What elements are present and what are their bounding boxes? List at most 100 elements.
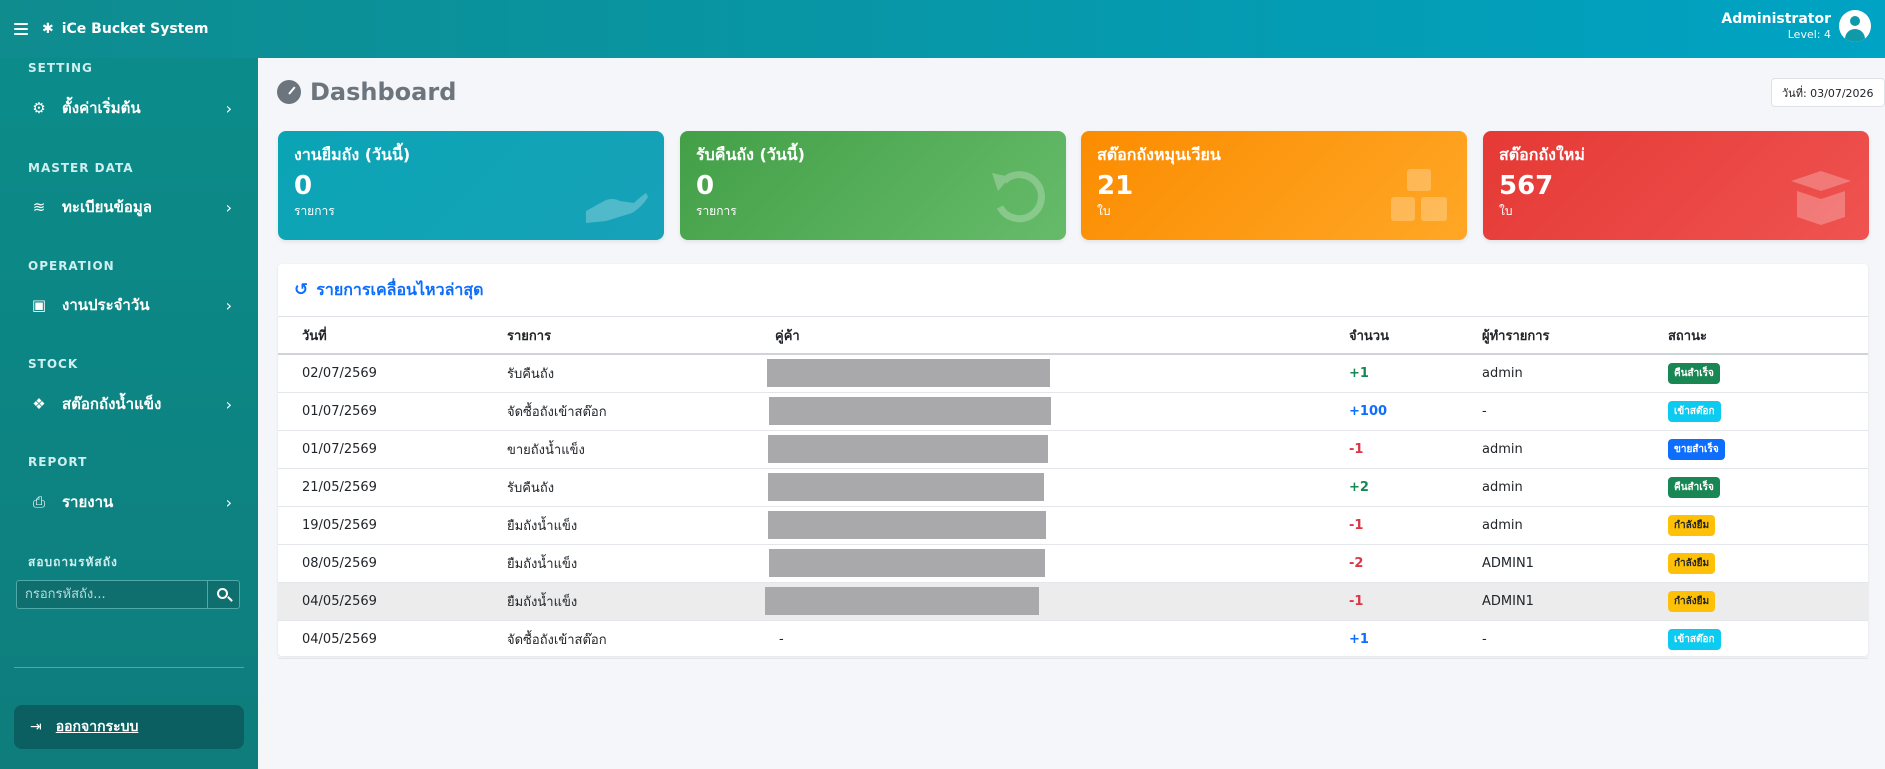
user-menu[interactable]: Administrator Level: 4 — [1721, 10, 1871, 42]
user-level: Level: 4 — [1787, 28, 1831, 41]
page-title-text: Dashboard — [310, 78, 457, 106]
status-badge: คืนสำเร็จ — [1668, 362, 1720, 384]
cell-partner — [768, 506, 1349, 545]
table-row: 01/07/2569 จัดซื้อถังเข้าสต๊อก +100 - เข… — [278, 392, 1868, 431]
cell-by: - — [1482, 620, 1668, 659]
search-button[interactable] — [208, 580, 240, 609]
status-badge: เข้าสต๊อก — [1668, 628, 1721, 650]
gears-icon: ⚙ — [32, 99, 46, 117]
cubes-icon — [1391, 169, 1447, 221]
column-header: สถานะ — [1668, 317, 1868, 355]
sidebar-item-daily-work[interactable]: ▣ งานประจำวัน › — [28, 290, 232, 320]
date-badge: วันที่: 03/07/2026 — [1771, 78, 1885, 107]
sidebar: SETTING ⚙ ตั้งค่าเริ่มต้น › MASTER DATA … — [0, 58, 258, 769]
status-badge: ขายสำเร็จ — [1668, 438, 1725, 460]
cell-date: 19/05/2569 — [278, 506, 507, 545]
cell-by: ADMIN1 — [1482, 544, 1668, 583]
history-icon: ↺ — [294, 280, 309, 300]
bucket-code-input[interactable] — [16, 580, 208, 609]
redacted-partner — [768, 511, 1046, 539]
cell-status: เข้าสต๊อก — [1668, 620, 1868, 659]
chevron-right-icon: › — [225, 98, 232, 118]
cell-item: จัดซื้อถังเข้าสต๊อก — [507, 620, 775, 659]
hand-icon — [586, 193, 648, 223]
column-header: วันที่ — [278, 317, 507, 355]
page-title: Dashboard — [277, 78, 456, 106]
cell-qty: +1 — [1349, 620, 1482, 659]
recent-movements-table: วันที่ รายการ คู่ค้า จำนวน ผู้ทำรายการ ส… — [278, 317, 1868, 659]
sign-out-icon: ⇥ — [30, 719, 42, 735]
cell-partner — [769, 392, 1349, 431]
sidebar-item-settings[interactable]: ⚙ ตั้งค่าเริ่มต้น › — [28, 93, 232, 123]
cell-date: 08/05/2569 — [278, 544, 507, 583]
menu-toggle-icon[interactable] — [14, 23, 28, 35]
cell-by: admin — [1482, 354, 1668, 393]
sidebar-heading-setting: SETTING — [28, 61, 93, 75]
sidebar-item-reports[interactable]: ⎙ รายงาน › — [28, 487, 232, 517]
status-badge: กำลังยืม — [1668, 514, 1716, 536]
sidebar-item-ice-bucket-stock[interactable]: ❖ สต๊อกถังน้ำแข็ง › — [28, 389, 232, 419]
column-header: รายการ — [507, 317, 775, 355]
stat-card-new-stock: สต๊อกถังใหม่ 567 ใบ — [1483, 131, 1869, 240]
status-badge: กำลังยืม — [1668, 552, 1716, 574]
chevron-right-icon: › — [225, 492, 232, 512]
cell-partner — [765, 582, 1349, 621]
chevron-right-icon: › — [225, 197, 232, 217]
redacted-partner — [769, 549, 1045, 577]
cell-partner — [769, 544, 1349, 583]
user-name: Administrator — [1721, 11, 1831, 27]
stat-card-title: สต๊อกถังหมุนเวียน — [1097, 145, 1221, 164]
cell-item: จัดซื้อถังเข้าสต๊อก — [507, 392, 775, 431]
cell-status: กำลังยืม — [1668, 506, 1868, 545]
tachometer-icon — [277, 80, 301, 104]
panel-title: รายการเคลื่อนไหวล่าสุด — [316, 279, 484, 299]
cell-date: 04/05/2569 — [278, 620, 507, 659]
sidebar-heading-operation: OPERATION — [28, 259, 115, 273]
logout-label: ออกจากระบบ — [55, 719, 139, 735]
table-row: 01/07/2569 ขายถังน้ำแข็ง -1 admin ขายสำเ… — [278, 430, 1868, 469]
calendar-check-icon: ▣ — [31, 296, 47, 314]
snowflake-icon: ✱ — [42, 21, 54, 37]
redacted-partner — [768, 435, 1048, 463]
column-header: คู่ค้า — [775, 317, 1349, 355]
sidebar-item-label: งานประจำวัน — [62, 296, 150, 314]
sidebar-heading-stock: STOCK — [28, 357, 79, 371]
logout-button[interactable]: ⇥ ออกจากระบบ — [14, 705, 244, 749]
sidebar-heading-master-data: MASTER DATA — [28, 161, 134, 175]
cell-item: ยืมถังน้ำแข็ง — [507, 544, 775, 583]
cell-by: admin — [1482, 468, 1668, 507]
cell-partner: - — [775, 620, 1349, 659]
sidebar-item-label: ทะเบียนข้อมูล — [62, 198, 152, 216]
table-row: 08/05/2569 ยืมถังน้ำแข็ง -2 ADMIN1 กำลัง… — [278, 544, 1868, 583]
cell-qty: -1 — [1349, 506, 1482, 545]
cell-partner — [768, 430, 1349, 469]
cell-status: กำลังยืม — [1668, 582, 1868, 621]
bucket-search — [16, 580, 240, 609]
cell-item: รับคืนถัง — [507, 468, 775, 507]
bucket-search-heading: สอบถามรหัสถัง — [28, 555, 118, 569]
cell-item: ยืมถังน้ำแข็ง — [507, 582, 775, 621]
status-badge: เข้าสต๊อก — [1668, 400, 1721, 422]
top-navbar: ✱ iCe Bucket System Administrator Level:… — [0, 0, 1885, 58]
brand[interactable]: ✱ iCe Bucket System — [42, 21, 208, 37]
status-badge: คืนสำเร็จ — [1668, 476, 1720, 498]
box-open-icon — [1791, 171, 1851, 225]
sidebar-divider — [14, 667, 244, 668]
user-avatar-icon[interactable] — [1839, 10, 1871, 42]
cell-qty: -1 — [1349, 430, 1482, 469]
cell-status: เข้าสต๊อก — [1668, 392, 1868, 431]
cell-qty: -2 — [1349, 544, 1482, 583]
cell-status: คืนสำเร็จ — [1668, 468, 1868, 507]
stat-card-title: งานยืมถัง (วันนี้) — [294, 145, 411, 164]
cell-partner — [768, 468, 1349, 507]
cell-date: 04/05/2569 — [278, 582, 507, 621]
sidebar-item-registry[interactable]: ≋ ทะเบียนข้อมูล › — [28, 192, 232, 222]
cell-item: ขายถังน้ำแข็ง — [507, 430, 775, 469]
cell-status: กำลังยืม — [1668, 544, 1868, 583]
chevron-right-icon: › — [225, 394, 232, 414]
sidebar-item-label: รายงาน — [62, 493, 114, 511]
stat-card-circulating-stock: สต๊อกถังหมุนเวียน 21 ใบ — [1081, 131, 1467, 240]
cell-date: 21/05/2569 — [278, 468, 507, 507]
cubes-icon: ❖ — [32, 395, 46, 413]
brand-name: iCe Bucket System — [61, 21, 209, 37]
